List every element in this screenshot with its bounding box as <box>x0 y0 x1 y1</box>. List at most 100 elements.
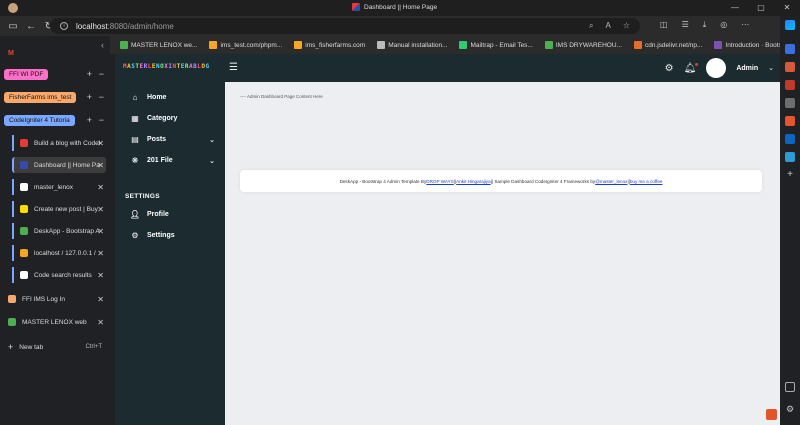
footer-link-author[interactable]: Ankit Hingarajiya <box>456 179 490 184</box>
footer-link-dropways[interactable]: DROP WAYS <box>426 179 453 184</box>
sidebar-layout-icon[interactable] <box>785 382 795 392</box>
browser-tab[interactable]: Code search results ✕ <box>4 267 106 283</box>
site-info-icon[interactable]: i <box>60 22 68 30</box>
footer-card: DeskApp - Bootstrap 4 Admin Template By … <box>240 170 762 192</box>
url-tools: ⌕ A ☆ <box>589 21 630 31</box>
close-tab-icon[interactable]: ✕ <box>97 249 104 258</box>
notification-bell-icon[interactable]: 🔔︎ <box>684 62 699 74</box>
sidebar-item-201-file[interactable]: ❋ 201 File ⌄ <box>115 150 225 171</box>
notification-flame-icon[interactable] <box>766 409 777 420</box>
settings-gear-icon[interactable]: ⚙ <box>785 404 795 414</box>
browser-tab[interactable]: master_lenox ✕ <box>4 179 106 195</box>
tab-group[interactable]: CodeIgniter 4 Tutoria + − <box>4 112 106 128</box>
tab-favicon-icon <box>20 139 28 147</box>
url-host: localhost <box>76 21 108 31</box>
collapse-group-icon[interactable]: − <box>99 69 104 79</box>
close-tab-icon[interactable]: ✕ <box>97 161 104 170</box>
add-tab-to-group-icon[interactable]: + <box>87 69 92 79</box>
close-tab-icon[interactable]: ✕ <box>97 271 104 280</box>
browser-tab[interactable]: MASTER LENOX web port✕ <box>4 314 106 330</box>
collapse-group-icon[interactable]: − <box>99 92 104 102</box>
collapse-group-icon[interactable]: − <box>99 115 104 125</box>
bookmark-item[interactable]: Introduction · Boots... <box>714 41 787 49</box>
new-tab-shortcut: Ctrl+T <box>85 344 103 350</box>
more-menu-icon[interactable]: ⋯ <box>741 20 749 30</box>
browser-tab[interactable]: FFI IMS Log In ✕ <box>4 291 106 307</box>
outlook-icon[interactable] <box>785 134 795 144</box>
tab-favicon-icon <box>20 161 28 169</box>
tab-favicon-icon <box>20 205 28 213</box>
footer-link-master-lenox[interactable]: @master_lenox <box>595 179 627 184</box>
chevron-down-icon: ⌄ <box>209 157 215 165</box>
user-name[interactable]: Admin <box>736 65 758 72</box>
close-tab-icon[interactable]: ✕ <box>97 227 104 236</box>
close-tab-icon[interactable]: ✕ <box>97 139 104 148</box>
back-icon[interactable]: ← <box>22 21 40 32</box>
tab-favicon-icon <box>20 227 28 235</box>
browser-tab[interactable]: DeskApp - Bootstrap A ✕ <box>4 223 106 239</box>
page-content-placeholder: ---- Admin Dashboard Page Content Here <box>240 94 323 99</box>
copilot-icon[interactable] <box>785 20 795 30</box>
tab-group[interactable]: FisherFarms ims_test + − <box>4 89 106 105</box>
browser-tab[interactable]: localhost / 127.0.0.1 /✕ <box>4 245 106 261</box>
app-header: MASTERLENOXINTERABLOG ☰ ⚙ 🔔︎ Admin ⌄ <box>115 54 780 82</box>
footer-link-coffee[interactable]: buy me a coffee <box>630 179 663 184</box>
tab-group[interactable]: FFI WI PDF + − <box>4 66 106 82</box>
user-avatar[interactable] <box>706 58 727 78</box>
office-icon[interactable] <box>785 116 795 126</box>
search-icon[interactable] <box>785 44 795 54</box>
sidebar-item-profile[interactable]: 👤︎ Profile <box>115 204 225 225</box>
sidebar-item-posts[interactable]: ▤ Posts ⌄ <box>115 129 225 150</box>
bookmark-item[interactable]: ims_test.com/phpm... <box>209 41 282 49</box>
menu-toggle-icon[interactable]: ☰ <box>229 63 238 73</box>
maximize-button[interactable]: ▢ <box>748 0 774 16</box>
tools-icon[interactable] <box>785 80 795 90</box>
close-button[interactable]: ✕ <box>774 0 800 16</box>
shopping-icon[interactable] <box>785 62 795 72</box>
add-tab-to-group-icon[interactable]: + <box>87 115 92 125</box>
bookmark-item[interactable]: IMS DRYWAREHOU... <box>544 41 622 49</box>
extensions-icon[interactable]: ◫ <box>660 20 668 30</box>
sidebar-item-settings[interactable]: ⚙ Settings <box>115 225 225 246</box>
settings-heading: SETTINGS <box>125 193 160 200</box>
close-tab-icon[interactable]: ✕ <box>97 183 104 192</box>
plus-icon: + <box>8 342 14 352</box>
sidebar-item-home[interactable]: ⌂ Home <box>115 87 225 108</box>
bookmark-item[interactable]: Mailtrap - Email Tes... <box>459 41 533 49</box>
close-tab-icon[interactable]: ✕ <box>97 295 104 304</box>
bookmark-item[interactable]: MASTER LENOX we... <box>120 41 197 49</box>
downloads-icon[interactable]: ⤓ <box>703 20 707 30</box>
gmail-tab[interactable]: M <box>4 48 106 58</box>
add-tab-to-group-icon[interactable]: + <box>87 92 92 102</box>
bookmark-favicon-icon <box>120 41 128 49</box>
sidebar-item-category[interactable]: ▦ Category <box>115 108 225 129</box>
close-tab-icon[interactable]: ✕ <box>97 318 104 327</box>
collections-icon[interactable]: ◎ <box>720 20 727 30</box>
browser-tab[interactable]: Create new post | Buy ✕ <box>4 201 106 217</box>
profile-avatar[interactable] <box>8 3 18 13</box>
new-tab-button[interactable]: + New tab Ctrl+T <box>4 339 106 355</box>
close-tab-icon[interactable]: ✕ <box>97 205 104 214</box>
add-icon[interactable]: + <box>785 170 795 180</box>
zoom-icon[interactable]: ⌕ <box>589 21 593 31</box>
bookmark-item[interactable]: Manual installation... <box>377 41 447 49</box>
bookmark-item[interactable]: cdn.jsdelivr.net/np... <box>633 41 702 49</box>
favorite-star-icon[interactable]: ☆ <box>623 21 630 31</box>
url-input[interactable]: i localhost:8080/admin/home ⌕ A ☆ <box>50 18 640 34</box>
tab-favicon-icon <box>8 295 16 303</box>
browser-tab[interactable]: Dashboard || Home Page ✕ <box>4 157 106 173</box>
games-icon[interactable] <box>785 98 795 108</box>
window-title: Dashboard || Home Page <box>352 3 437 11</box>
favorites-icon[interactable]: ☰ <box>682 20 689 30</box>
app-logo[interactable]: MASTERLENOXINTERABLOG <box>123 63 210 70</box>
settings-gear-icon[interactable]: ⚙ <box>665 63 674 74</box>
read-aloud-icon[interactable]: A <box>605 21 610 31</box>
user-menu-chevron-down-icon[interactable]: ⌄ <box>768 64 774 72</box>
browser-tab[interactable]: Build a blog with Codel ✕ <box>4 135 106 151</box>
bookmark-item[interactable]: ims_fisherfarms.com <box>294 41 365 49</box>
tab-favicon-icon <box>8 318 16 326</box>
drop-icon[interactable] <box>785 152 795 162</box>
gmail-icon: M <box>8 49 14 57</box>
minimize-button[interactable]: — <box>722 0 748 16</box>
sidebar-toggle-icon[interactable]: ▭ <box>4 21 22 32</box>
